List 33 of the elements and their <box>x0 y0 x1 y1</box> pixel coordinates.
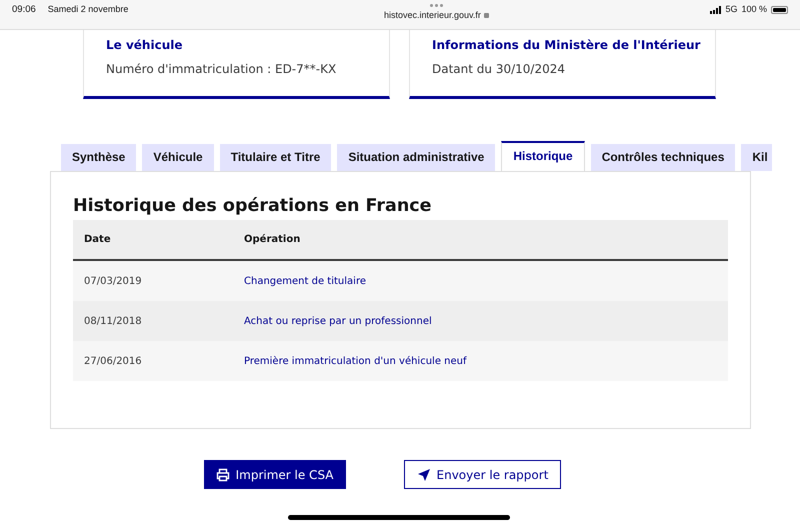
tab[interactable]: Titulaire et Titre <box>220 144 332 171</box>
section-title: Historique des opérations en France <box>73 196 433 216</box>
signal-icon <box>710 6 722 14</box>
battery-icon <box>770 6 788 14</box>
card-text: Numéro d'immatriculation : ED-7**-KX <box>106 62 338 76</box>
card-title: Le véhicule <box>106 38 184 52</box>
tab[interactable]: Contrôles techniques <box>590 144 736 171</box>
more-dots-icon[interactable] <box>430 4 443 7</box>
printer-icon <box>216 468 230 482</box>
date-cell-text: 08/11/2018 <box>83 316 143 326</box>
card-title: Informations du Ministère de l'Intérieur <box>432 38 702 52</box>
column-header: Date <box>83 234 112 245</box>
date-cell-text: 07/03/2019 <box>83 276 143 286</box>
status-time: 09:06 <box>12 4 36 17</box>
column-header: Opération <box>244 234 300 245</box>
address-text[interactable]: histovec.interieur.gouv.fr <box>384 10 481 20</box>
operation-link[interactable]: Première immatriculation d'un véhicule neuf <box>244 356 466 366</box>
send-report-button[interactable]: Envoyer le rapport <box>404 460 562 489</box>
operation-link[interactable]: Changement de titulaire <box>244 276 366 286</box>
print-button[interactable]: Imprimer le CSA <box>204 460 346 489</box>
operation-link[interactable]: Achat ou reprise par un professionnel <box>244 316 432 326</box>
date-cell-text: 27/06/2016 <box>83 356 143 366</box>
send-icon <box>416 468 430 482</box>
tab[interactable]: Historique <box>501 141 585 171</box>
status-date: Samedi 2 novembre <box>48 4 128 16</box>
battery-percent: 100 % <box>741 4 767 14</box>
card-text: Datant du 30/10/2024 <box>432 62 566 76</box>
tab[interactable]: Véhicule <box>142 144 214 171</box>
tab[interactable]: Kil <box>741 144 772 171</box>
tab[interactable]: Synthèse <box>61 144 136 171</box>
lock-icon <box>484 12 489 18</box>
tab[interactable]: Situation administrative <box>337 144 496 171</box>
network-label: 5G <box>725 4 738 14</box>
